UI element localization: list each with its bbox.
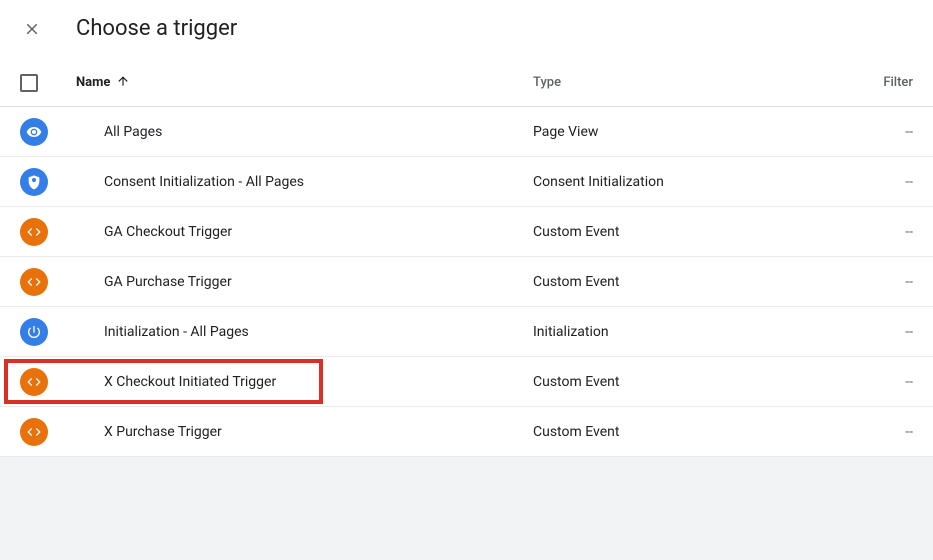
row-icon-cell — [20, 368, 76, 396]
table-row[interactable]: GA Purchase TriggerCustom Event-- — [0, 257, 933, 307]
trigger-name: X Purchase Trigger — [76, 424, 533, 440]
row-icon-cell — [20, 118, 76, 146]
code-icon — [20, 368, 48, 396]
table-row[interactable]: GA Checkout TriggerCustom Event-- — [0, 207, 933, 257]
table-row[interactable]: X Checkout Initiated TriggerCustom Event… — [0, 357, 933, 407]
table-header-row: Name Type Filter — [0, 59, 933, 107]
trigger-type: Page View — [533, 124, 863, 140]
header-checkbox-cell — [20, 74, 76, 92]
trigger-filter: -- — [863, 124, 913, 140]
trigger-type: Custom Event — [533, 424, 863, 440]
trigger-picker-panel: Choose a trigger Name Type Filter All Pa… — [0, 0, 933, 457]
code-icon — [20, 268, 48, 296]
trigger-type: Consent Initialization — [533, 174, 863, 190]
column-header-name[interactable]: Name — [76, 74, 533, 92]
page-title: Choose a trigger — [76, 16, 237, 41]
trigger-filter: -- — [863, 424, 913, 440]
power-icon — [20, 318, 48, 346]
select-all-checkbox[interactable] — [20, 74, 38, 92]
trigger-name: GA Checkout Trigger — [76, 224, 533, 240]
column-header-name-label: Name — [76, 75, 110, 90]
row-icon-cell — [20, 268, 76, 296]
trigger-name: X Checkout Initiated Trigger — [76, 374, 533, 390]
shield-icon — [20, 168, 48, 196]
close-icon — [23, 20, 41, 38]
trigger-filter: -- — [863, 324, 913, 340]
table-row[interactable]: Consent Initialization - All PagesConsen… — [0, 157, 933, 207]
trigger-type: Custom Event — [533, 224, 863, 240]
column-header-type-label: Type — [533, 75, 561, 90]
sort-ascending-icon — [116, 74, 130, 92]
trigger-filter: -- — [863, 274, 913, 290]
table-row[interactable]: X Purchase TriggerCustom Event-- — [0, 407, 933, 457]
trigger-name: Initialization - All Pages — [76, 324, 533, 340]
row-icon-cell — [20, 218, 76, 246]
trigger-name: GA Purchase Trigger — [76, 274, 533, 290]
trigger-type: Initialization — [533, 324, 863, 340]
column-header-filter[interactable]: Filter — [863, 75, 913, 90]
column-header-type[interactable]: Type — [533, 75, 863, 90]
row-icon-cell — [20, 418, 76, 446]
column-header-filter-label: Filter — [883, 75, 913, 90]
trigger-name: All Pages — [76, 124, 533, 140]
trigger-table: Name Type Filter All PagesPage View--Con… — [0, 59, 933, 457]
trigger-name: Consent Initialization - All Pages — [76, 174, 533, 190]
row-icon-cell — [20, 168, 76, 196]
eye-icon — [20, 118, 48, 146]
code-icon — [20, 218, 48, 246]
trigger-filter: -- — [863, 224, 913, 240]
code-icon — [20, 418, 48, 446]
row-icon-cell — [20, 318, 76, 346]
trigger-filter: -- — [863, 174, 913, 190]
table-body: All PagesPage View--Consent Initializati… — [0, 107, 933, 457]
trigger-filter: -- — [863, 374, 913, 390]
table-row[interactable]: Initialization - All PagesInitialization… — [0, 307, 933, 357]
trigger-type: Custom Event — [533, 374, 863, 390]
panel-header: Choose a trigger — [0, 0, 933, 59]
close-button[interactable] — [20, 17, 44, 41]
trigger-type: Custom Event — [533, 274, 863, 290]
table-row[interactable]: All PagesPage View-- — [0, 107, 933, 157]
